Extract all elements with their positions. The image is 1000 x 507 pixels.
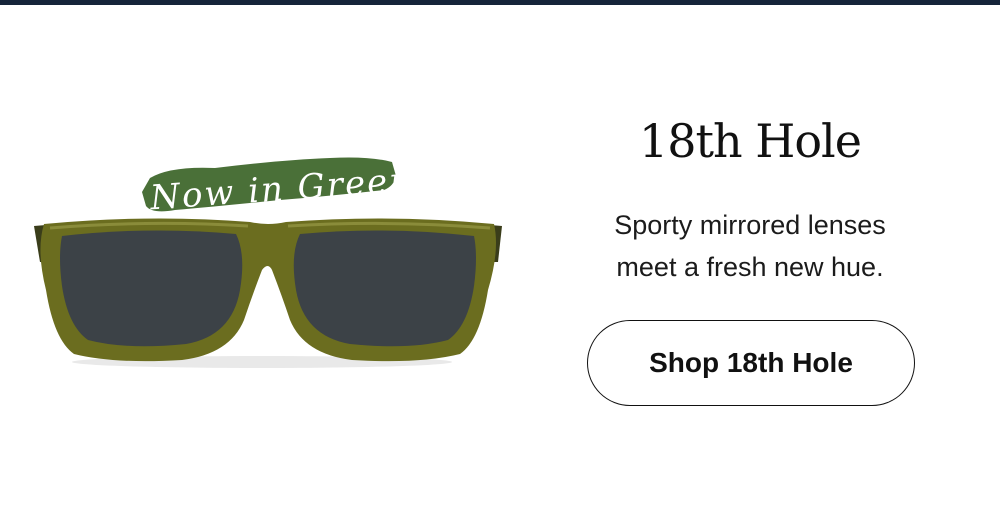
product-copy: 18th Hole Sporty mirrored lenses meet a … (560, 0, 940, 507)
description-line-2: meet a fresh new hue. (616, 252, 884, 282)
sunglasses-image[interactable]: Now in Green (0, 0, 540, 507)
sunglasses (34, 218, 502, 362)
product-description: Sporty mirrored lenses meet a fresh new … (560, 204, 940, 288)
product-title: 18th Hole (638, 114, 862, 168)
promo-banner: Now in Green 18th Hole Sporty mirrored l… (0, 0, 1000, 507)
shop-button[interactable]: Shop 18th Hole (587, 320, 915, 406)
description-line-1: Sporty mirrored lenses (614, 210, 886, 240)
now-in-green-badge: Now in Green (142, 157, 414, 218)
